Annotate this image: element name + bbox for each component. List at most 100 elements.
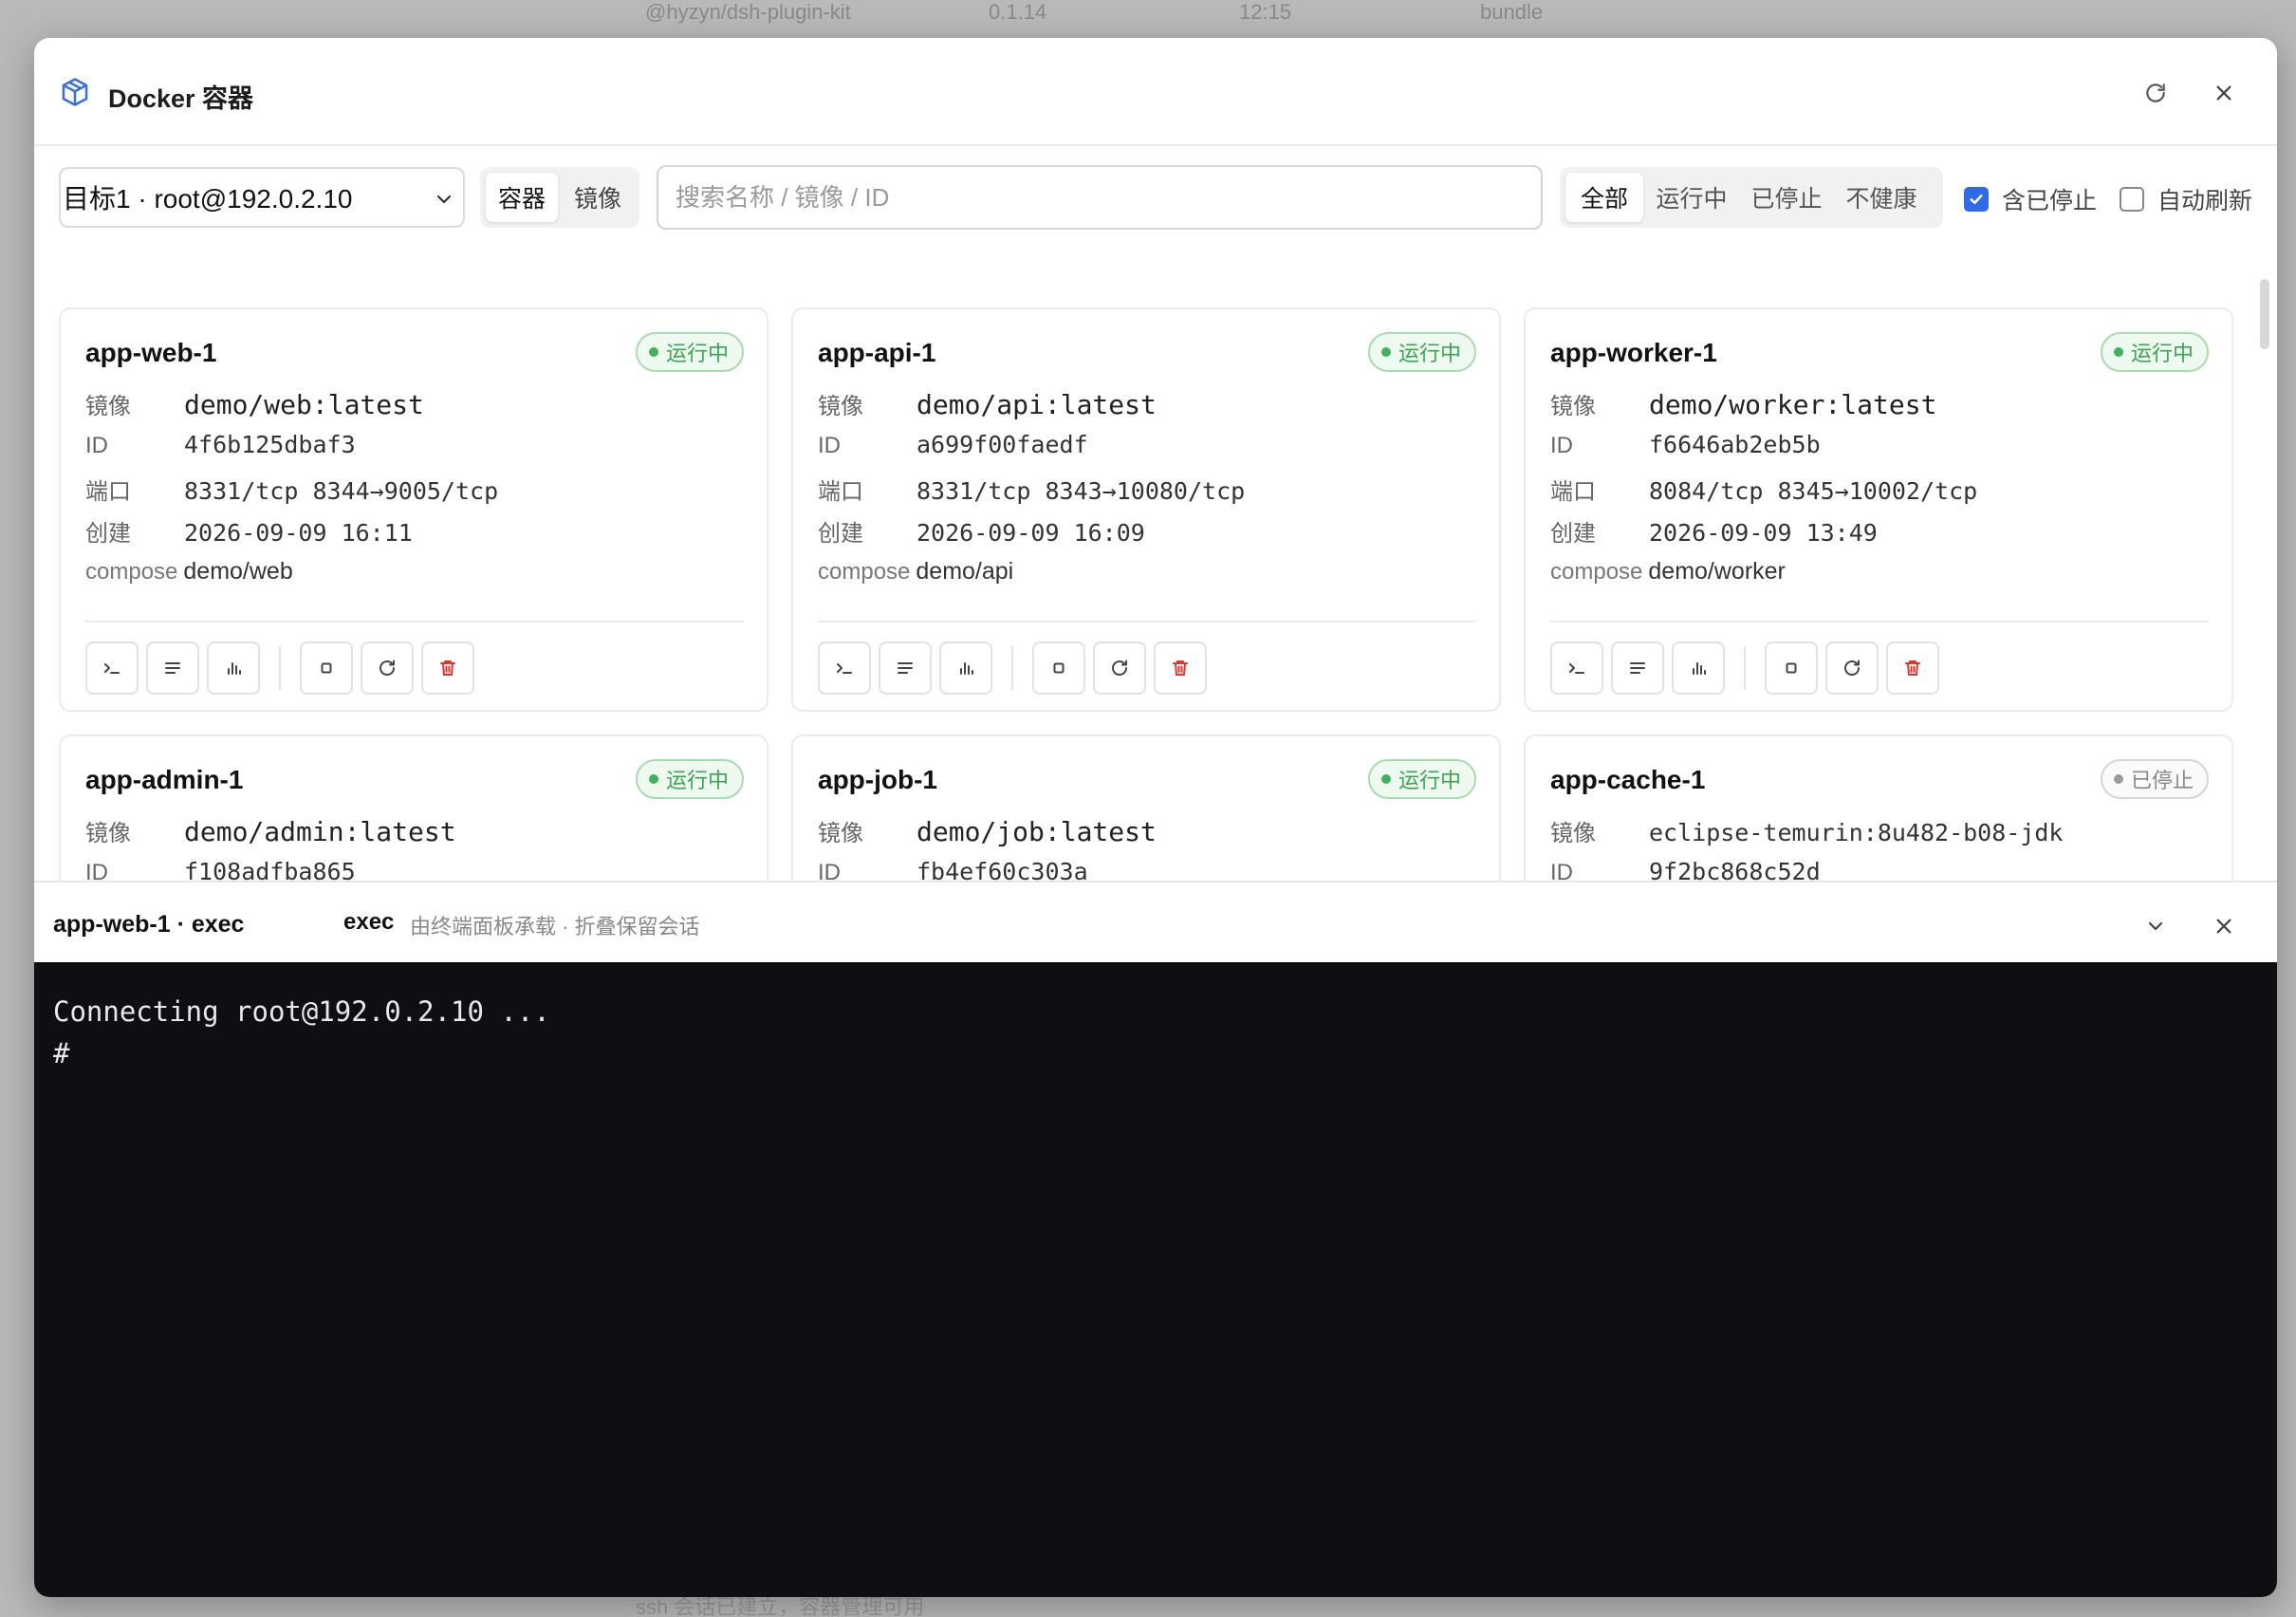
- chevron-down-icon: [2148, 921, 2163, 931]
- stop-icon: [1053, 662, 1065, 674]
- field-label: ID: [818, 860, 841, 881]
- search-input[interactable]: [657, 165, 1543, 230]
- restart-button[interactable]: [1825, 641, 1879, 695]
- close-panel-button[interactable]: [2205, 907, 2243, 945]
- refresh-button[interactable]: [2137, 74, 2175, 112]
- logs-icon: [898, 662, 913, 674]
- field-id: ID 4f6b125dbaf3: [85, 431, 356, 459]
- toolbar: 目标1 · root@192.0.2.10 容器 镜像 全部 运行中 已停止 不…: [34, 146, 2277, 270]
- status-badge: 运行中: [2100, 332, 2209, 372]
- container-card[interactable]: app-job-1 运行中 镜像 demo/job:latest ID fb4ef60c3…: [791, 734, 1501, 881]
- field-value-ports: 8084/tcp 8345→10002/tcp: [1649, 477, 1978, 505]
- stop-button[interactable]: [300, 641, 353, 695]
- restart-button[interactable]: [1093, 641, 1146, 695]
- card-actions: [85, 641, 482, 695]
- field-value-image: eclipse-temurin:8u482-b08-jdk: [1649, 819, 2064, 846]
- terminal-prompt: #: [53, 1037, 70, 1069]
- logs-button[interactable]: [879, 641, 932, 695]
- container-name: app-cache-1: [1550, 765, 1706, 794]
- exec-button[interactable]: [85, 641, 139, 695]
- exec-button[interactable]: [1550, 641, 1603, 695]
- stop-icon: [321, 662, 332, 674]
- filter-running[interactable]: 运行中: [1645, 173, 1738, 222]
- delete-button[interactable]: [421, 641, 474, 695]
- collapse-panel-button[interactable]: [2137, 907, 2175, 945]
- field-label: 创建: [818, 521, 863, 547]
- field-value-id: 4f6b125dbaf3: [184, 431, 356, 458]
- delete-button[interactable]: [1886, 641, 1939, 695]
- exec-hint: 由终端面板承载 · 折叠保留会话: [410, 915, 700, 939]
- field-created: 创建 2026-09-09 16:09: [818, 514, 1145, 548]
- field-value-id: f6646ab2eb5b: [1649, 431, 1821, 458]
- tab-images[interactable]: 镜像: [562, 173, 634, 222]
- status-filter: 全部 运行中 已停止 不健康: [1560, 167, 1943, 228]
- field-label: ID: [1550, 860, 1573, 881]
- field-label: 镜像: [818, 821, 863, 846]
- close-dialog-button[interactable]: [2205, 74, 2243, 112]
- field-value-ports: 8331/tcp 8343→10080/tcp: [917, 477, 1246, 505]
- terminal-icon: [1569, 663, 1584, 674]
- target-host-select[interactable]: 目标1 · root@192.0.2.10: [59, 167, 465, 228]
- container-card[interactable]: app-api-1 运行中 镜像 demo/api:latest ID a699f00fa…: [791, 307, 1501, 712]
- container-card[interactable]: app-admin-1 运行中 镜像 demo/admin:latest ID f108a…: [59, 734, 768, 881]
- stop-button[interactable]: [1032, 641, 1085, 695]
- field-ports: 端口 8084/tcp 8345→10002/tcp: [1550, 473, 1977, 506]
- field-value-image: demo/api:latest: [917, 389, 1157, 420]
- field-created: 创建 2026-09-09 16:11: [85, 514, 413, 548]
- stats-icon: [1693, 662, 1706, 675]
- include-stopped-checkbox[interactable]: 含已停止: [1964, 182, 2097, 216]
- docker-cube-icon: [62, 78, 88, 106]
- auto-refresh-checkbox[interactable]: 自动刷新: [2120, 182, 2252, 216]
- status-dot-icon: [2113, 347, 2123, 357]
- container-name: app-api-1: [818, 338, 936, 367]
- logs-button[interactable]: [1611, 641, 1664, 695]
- tab-containers[interactable]: 容器: [486, 173, 558, 222]
- container-name: app-web-1: [85, 338, 217, 367]
- delete-button[interactable]: [1154, 641, 1207, 695]
- stats-button[interactable]: [939, 641, 992, 695]
- restart-icon: [380, 660, 395, 676]
- checkbox-unchecked-icon: [2120, 187, 2144, 212]
- grid-scrollbar[interactable]: [2260, 279, 2269, 349]
- filter-stopped[interactable]: 已停止: [1740, 173, 1833, 222]
- field-image: 镜像 demo/worker:latest: [1550, 387, 1936, 420]
- stats-icon: [960, 662, 973, 675]
- status-badge: 运行中: [635, 332, 744, 372]
- status-text: 已停止: [2130, 769, 2194, 792]
- field-label: ID: [85, 860, 108, 881]
- refresh-icon: [2146, 84, 2165, 102]
- status-dot-icon: [648, 774, 658, 784]
- restart-icon: [1112, 660, 1127, 676]
- status-text: 运行中: [665, 342, 729, 365]
- card-actions: [818, 641, 1214, 695]
- stats-button[interactable]: [207, 641, 260, 695]
- field-value-id: a699f00faedf: [917, 431, 1088, 458]
- filter-all[interactable]: 全部: [1565, 173, 1643, 222]
- bg-package-name: @hyzyn/dsh-plugin-kit: [645, 0, 851, 24]
- field-compose: compose demo/api: [818, 558, 1013, 585]
- status-badge: 已停止: [2100, 759, 2209, 799]
- status-badge: 运行中: [635, 759, 744, 799]
- exec-button[interactable]: [818, 641, 871, 695]
- logs-button[interactable]: [146, 641, 199, 695]
- terminal-output[interactable]: Connecting root@192.0.2.10 ... #: [34, 962, 2277, 1597]
- container-card[interactable]: app-worker-1 运行中 镜像 demo/worker:latest ID f66…: [1524, 307, 2233, 712]
- field-created: 创建 2026-09-09 13:49: [1550, 514, 1878, 548]
- bg-time: 12:15: [1239, 0, 1292, 24]
- field-value-ports: 8331/tcp 8344→9005/tcp: [184, 477, 499, 505]
- stats-button[interactable]: [1672, 641, 1725, 695]
- filter-unhealthy[interactable]: 不健康: [1835, 173, 1928, 222]
- logs-icon: [1630, 662, 1645, 674]
- restart-button[interactable]: [361, 641, 414, 695]
- field-value-created: 2026-09-09 16:09: [917, 519, 1145, 547]
- container-card[interactable]: app-cache-1 已停止 镜像 eclipse-temurin:8u482-b0…: [1524, 734, 2233, 881]
- logs-icon: [165, 662, 180, 674]
- status-dot-icon: [648, 347, 658, 357]
- container-card[interactable]: app-web-1 运行中 镜像 demo/web:latest ID 4f6b125db…: [59, 307, 768, 712]
- field-value-compose: demo/worker: [1648, 558, 1786, 585]
- background-app-header: @hyzyn/dsh-plugin-kit 0.1.14 12:15 bundl…: [0, 0, 2296, 38]
- status-dot-icon: [1380, 347, 1391, 357]
- field-value-image: demo/worker:latest: [1649, 389, 1937, 420]
- stop-button[interactable]: [1765, 641, 1818, 695]
- field-label: 镜像: [818, 394, 863, 419]
